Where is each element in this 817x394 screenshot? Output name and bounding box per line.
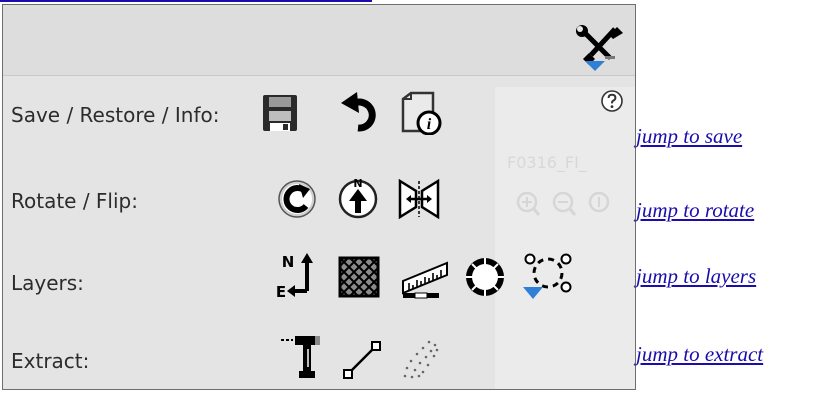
points-layer-icon[interactable] [521,251,575,303]
jump-to-layers-link[interactable]: jump to layers [636,264,756,289]
rotate-icon[interactable] [277,179,317,219]
background-zoom-icons [516,191,610,216]
restore-icon[interactable] [339,89,377,133]
help-icon[interactable] [600,89,624,113]
compass-layer-icon[interactable]: N E [275,251,315,299]
line-extract-icon[interactable] [341,339,383,381]
rotate-flip-label: Rotate / Flip: [11,189,138,213]
dash-link[interactable] [636,54,650,76]
layers-label: Layers: [11,271,84,295]
extract-label: Extract: [11,349,90,373]
top-link-underline[interactable] [0,0,372,2]
jump-to-rotate-link[interactable]: jump to rotate [636,198,754,223]
save-restore-info-label: Save / Restore / Info: [11,103,220,127]
jump-to-extract-link[interactable]: jump to extract [636,342,763,367]
point-extract-icon[interactable] [279,335,327,383]
background-title: F0316_FI_ [507,153,587,172]
svg-text:N: N [353,177,362,190]
cloud-extract-icon[interactable] [399,337,443,381]
svg-text:N: N [282,253,295,271]
panel-header [3,5,635,76]
svg-text:i: i [427,116,432,133]
scalebar-layer-icon[interactable] [399,253,451,299]
jump-to-save-link[interactable]: jump to save [636,124,742,149]
save-icon[interactable] [261,93,299,133]
tools-icon[interactable] [575,25,625,73]
flip-icon[interactable] [397,177,441,221]
svg-text:E: E [276,283,286,299]
background-preview: F0316_FI_ [495,87,635,389]
info-icon[interactable]: i [399,91,443,135]
tools-panel: F0316_FI_ Save / Restore / Info: i Rotat… [2,4,636,390]
grid-layer-icon[interactable] [337,255,381,299]
reticle-layer-icon[interactable] [463,255,507,299]
north-up-icon[interactable]: N [337,175,379,221]
